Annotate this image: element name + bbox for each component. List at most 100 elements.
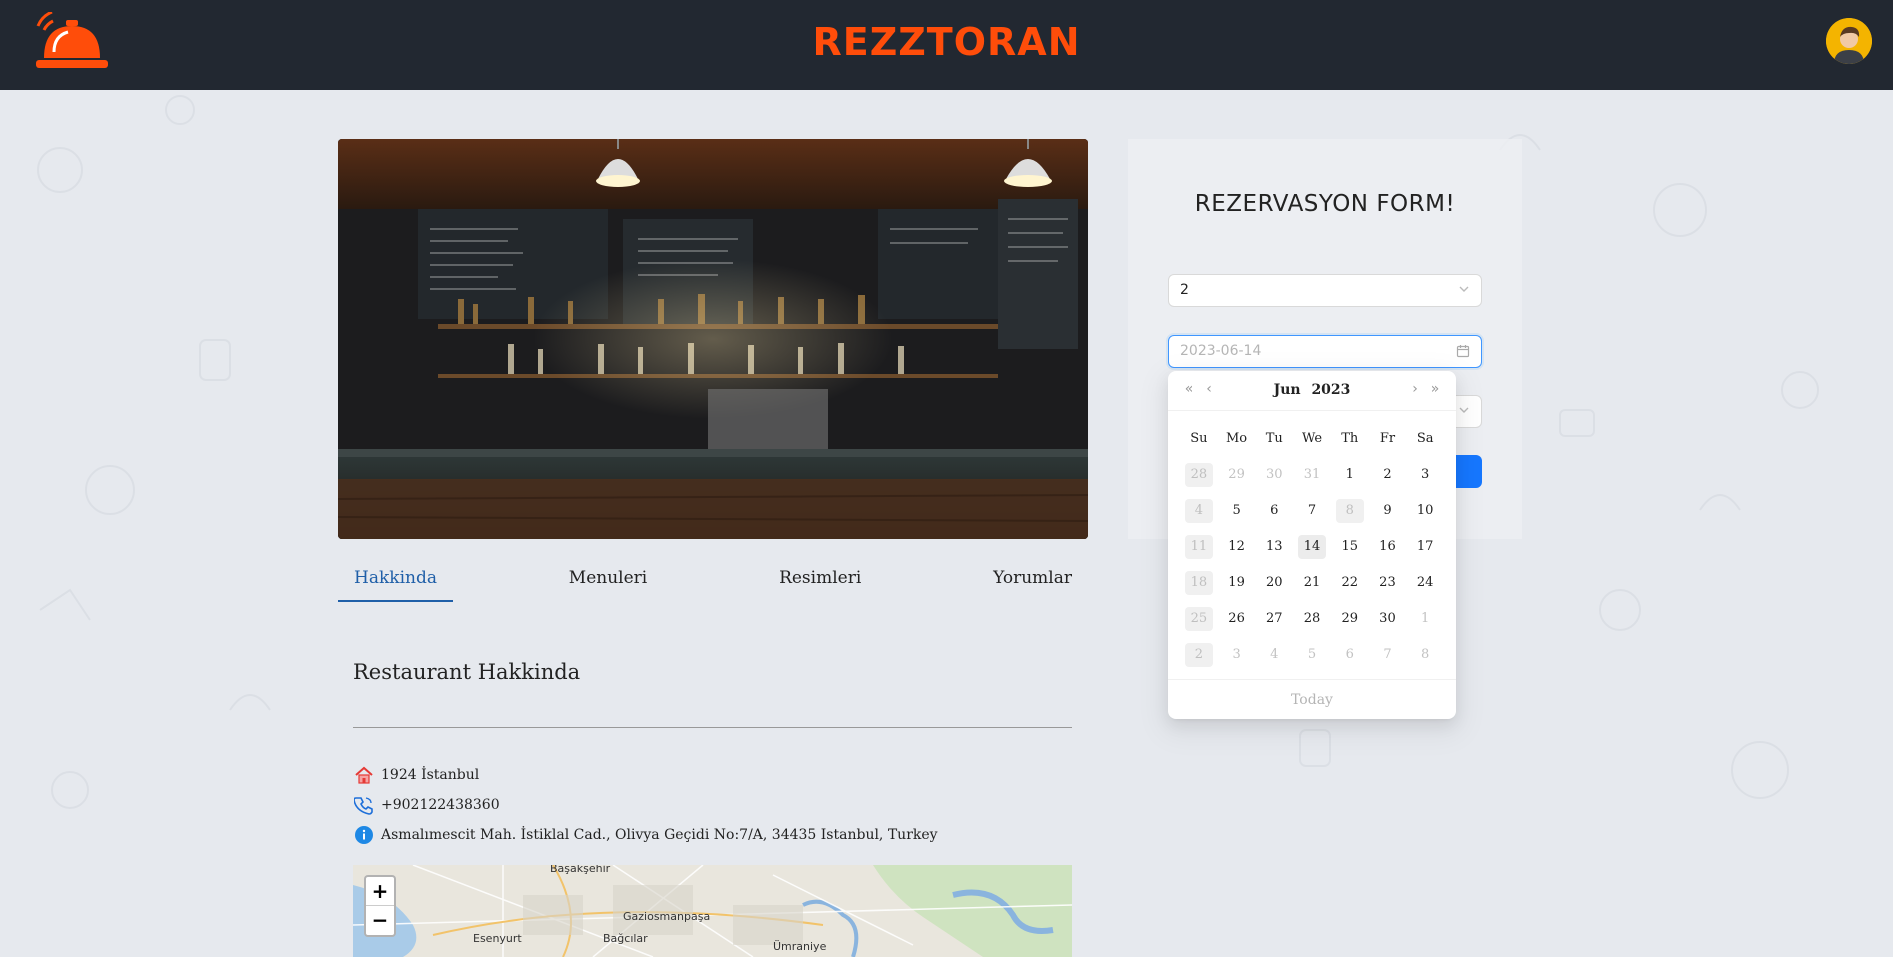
- location-map[interactable]: Başakşehir Gaziosmanpaşa Esenyurt Bağcıl…: [353, 865, 1072, 957]
- calendar-day[interactable]: 5: [1294, 643, 1330, 667]
- calendar-day: 18: [1184, 571, 1213, 595]
- calendar-day[interactable]: 24: [1407, 571, 1443, 595]
- calendar-day[interactable]: 26: [1219, 607, 1255, 631]
- calendar-day[interactable]: 19: [1219, 571, 1255, 595]
- calendar-week-row: 25 26 27 28 29 30 1: [1180, 601, 1444, 637]
- calendar-day: 25: [1184, 607, 1213, 631]
- restaurant-name-row: 1924 İstanbul: [353, 764, 479, 786]
- calendar-day[interactable]: 3: [1407, 463, 1443, 487]
- weekday-label: Tu: [1265, 431, 1283, 446]
- calendar-day[interactable]: 30: [1369, 607, 1405, 631]
- map-label-esenyurt: Esenyurt: [473, 932, 522, 945]
- chevron-down-icon: [1458, 404, 1470, 420]
- restaurant-name: 1924 İstanbul: [381, 767, 480, 783]
- section-divider: [353, 727, 1072, 728]
- address: Asmalımescit Mah. İstiklal Cad., Olivya …: [381, 827, 938, 843]
- guest-count-select[interactable]: 2: [1168, 274, 1482, 307]
- calendar-day: 2: [1184, 643, 1213, 667]
- weekday-label: We: [1302, 431, 1323, 446]
- calendar-day[interactable]: 6: [1332, 643, 1368, 667]
- calendar-day[interactable]: 7: [1294, 499, 1330, 523]
- address-row: Asmalımescit Mah. İstiklal Cad., Olivya …: [353, 824, 938, 846]
- calendar-week-row: 18 19 20 21 22 23 24: [1180, 565, 1444, 601]
- map-label-umraniye: Ümraniye: [773, 940, 827, 953]
- calendar-day[interactable]: 8: [1407, 643, 1443, 667]
- calendar-icon[interactable]: [1456, 344, 1470, 362]
- calendar-day[interactable]: 1: [1407, 607, 1443, 631]
- calendar-day[interactable]: 9: [1369, 499, 1405, 523]
- calendar-week-row: 4 5 6 7 8 9 10: [1180, 493, 1444, 529]
- calendar-day[interactable]: 6: [1256, 499, 1292, 523]
- date-picker-input[interactable]: 2023-06-14: [1168, 335, 1482, 368]
- calendar-day[interactable]: 5: [1219, 499, 1255, 523]
- about-title: Restaurant Hakkinda: [353, 660, 581, 684]
- calendar-day[interactable]: 30: [1256, 463, 1292, 487]
- map-label-bagcilar: Bağcılar: [603, 932, 648, 945]
- chevron-down-icon: [1458, 283, 1470, 299]
- calendar-day[interactable]: 15: [1332, 535, 1368, 559]
- calendar-day[interactable]: 21: [1294, 571, 1330, 595]
- calendar-day: 11: [1184, 535, 1213, 559]
- calendar-day[interactable]: 1: [1332, 463, 1368, 487]
- calendar-day[interactable]: 28: [1294, 607, 1330, 631]
- info-icon: [353, 824, 375, 846]
- restaurant-tabs: Hakkinda Menuleri Resimleri Yorumlar: [338, 560, 1088, 602]
- home-icon: [353, 764, 375, 786]
- user-avatar-icon[interactable]: [1826, 18, 1872, 64]
- calendar-day[interactable]: 27: [1256, 607, 1292, 631]
- calendar-day[interactable]: 12: [1219, 535, 1255, 559]
- weekday-header-row: Su Mo Tu We Th Fr Sa: [1180, 421, 1444, 457]
- calendar-day[interactable]: 10: [1407, 499, 1443, 523]
- calendar-grid: Su Mo Tu We Th Fr Sa 28 29 30 31 1 2 3 4 5 6 7 8 9 10 11 12 13 1…: [1180, 421, 1444, 673]
- weekday-label: Fr: [1379, 431, 1396, 446]
- tab-yorumlar[interactable]: Yorumlar: [977, 560, 1088, 602]
- weekday-label: Sa: [1416, 431, 1434, 446]
- calendar-day[interactable]: 7: [1369, 643, 1405, 667]
- calendar-week-row: 2345678: [1180, 637, 1444, 673]
- restaurant-photo: [338, 139, 1088, 539]
- calendar-day[interactable]: 2: [1369, 463, 1405, 487]
- zoom-in-button[interactable]: +: [366, 877, 394, 906]
- zoom-out-button[interactable]: −: [366, 906, 394, 935]
- next-year-icon[interactable]: »: [1426, 381, 1444, 397]
- calendar-week-row: 11 12 13 14 15 16 17: [1180, 529, 1444, 565]
- calendar-day[interactable]: 13: [1256, 535, 1292, 559]
- tab-menuleri[interactable]: Menuleri: [553, 560, 663, 602]
- date-picker-dropdown: « ‹ Jun 2023 › » Su Mo Tu We Th Fr Sa 28 29 30 31 1…: [1168, 371, 1456, 719]
- phone-row: +902122438360: [353, 794, 500, 816]
- calendar-day[interactable]: 17: [1407, 535, 1443, 559]
- calendar-day[interactable]: 22: [1332, 571, 1368, 595]
- next-month-icon[interactable]: ›: [1406, 381, 1424, 397]
- calendar-header: « ‹ Jun 2023 › »: [1168, 371, 1456, 411]
- calendar-day: 4: [1184, 499, 1213, 523]
- phone-icon: [353, 794, 375, 816]
- map-label-gaziosmanpasa: Gaziosmanpaşa: [623, 910, 711, 923]
- tab-resimleri[interactable]: Resimleri: [763, 560, 877, 602]
- calendar-day[interactable]: 31: [1294, 463, 1330, 487]
- date-placeholder: 2023-06-14: [1180, 343, 1262, 359]
- reservation-title: REZERVASYON FORM!: [1194, 191, 1456, 217]
- tab-hakkinda[interactable]: Hakkinda: [338, 560, 453, 602]
- map-zoom-control: + −: [364, 875, 396, 937]
- phone-number: +902122438360: [381, 797, 500, 813]
- calendar-day[interactable]: 29: [1219, 463, 1255, 487]
- calendar-day: 8: [1335, 499, 1364, 523]
- top-bar: REZZTORAN: [0, 0, 1893, 90]
- map-label-basaksehir: Başakşehir: [550, 865, 611, 875]
- calendar-day[interactable]: 29: [1332, 607, 1368, 631]
- calendar-day[interactable]: 4: [1256, 643, 1292, 667]
- calendar-day[interactable]: 16: [1369, 535, 1405, 559]
- calendar-day[interactable]: 3: [1219, 643, 1255, 667]
- calendar-day[interactable]: 14: [1298, 535, 1327, 559]
- calendar-month[interactable]: Jun: [1274, 382, 1301, 398]
- calendar-day[interactable]: 23: [1369, 571, 1405, 595]
- calendar-year[interactable]: 2023: [1311, 382, 1350, 398]
- weekday-label: Th: [1341, 431, 1359, 446]
- today-button[interactable]: Today: [1168, 679, 1456, 719]
- weekday-label: Su: [1190, 431, 1208, 446]
- weekday-label: Mo: [1226, 431, 1248, 446]
- guest-count-value: 2: [1180, 282, 1189, 298]
- calendar-week-row: 28 29 30 31 1 2 3: [1180, 457, 1444, 493]
- calendar-day: 28: [1184, 463, 1213, 487]
- calendar-day[interactable]: 20: [1256, 571, 1292, 595]
